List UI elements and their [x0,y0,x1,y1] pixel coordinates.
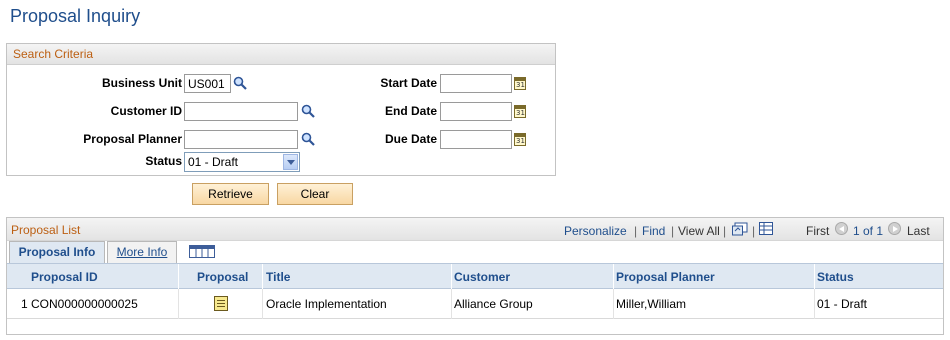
grid-title: Proposal List [11,223,81,237]
proposal-planner-input[interactable] [184,130,298,149]
status-label: Status [145,154,182,168]
page-title: Proposal Inquiry [10,6,141,26]
personalize-link[interactable]: Personalize [564,224,627,238]
grid-column-header: Proposal ID Proposal Title Customer Prop… [7,263,943,290]
column-header-proposal-planner[interactable]: Proposal Planner [616,270,715,284]
due-date-label: Due Date [384,132,437,146]
status-select-value: 01 - Draft [188,155,239,169]
cell-divider [613,289,614,319]
retrieve-button[interactable]: Retrieve [192,183,269,205]
column-header-customer[interactable]: Customer [454,270,510,284]
end-date-calendar-icon[interactable]: 31 [514,105,526,118]
cell-divider [814,289,815,319]
previous-row-icon[interactable] [835,222,848,235]
separator: | [671,224,675,238]
grid-header-bar: Proposal List Personalize | Find | View … [7,218,943,241]
business-unit-label: Business Unit [101,76,182,90]
proposal-planner-cell: Miller,William [616,297,686,311]
due-date-input[interactable] [440,130,512,149]
column-divider [262,264,263,290]
tab-proposal-info[interactable]: Proposal Info [9,241,105,263]
chevron-down-icon[interactable] [283,154,298,170]
show-all-columns-icon[interactable] [189,245,215,258]
status-select[interactable]: 01 - Draft [184,152,300,172]
proposal-document-icon[interactable] [214,296,228,311]
customer-id-label: Customer ID [110,104,182,118]
start-date-calendar-icon[interactable]: 31 [514,77,526,90]
separator: | [752,224,756,238]
cell-divider [178,289,179,319]
last-label: Last [907,224,930,238]
proposal-list-grid: Proposal List Personalize | Find | View … [6,217,944,335]
download-icon[interactable] [732,222,748,236]
column-divider [613,264,614,290]
row-range: 1 of 1 [853,224,884,238]
separator: | [723,224,727,238]
next-row-icon[interactable] [888,222,901,235]
proposal-planner-lookup-icon[interactable] [301,132,315,146]
column-divider [178,264,179,290]
tab-more-info[interactable]: More Info [107,241,177,263]
clear-button[interactable]: Clear [277,183,353,205]
search-criteria-title: Search Criteria [7,44,555,65]
column-header-status[interactable]: Status [817,270,854,284]
grid-tabs: Proposal Info More Info [7,241,943,263]
column-header-proposal-id[interactable]: Proposal ID [31,270,98,284]
customer-id-lookup-icon[interactable] [301,104,315,118]
customer-cell: Alliance Group [454,297,533,311]
find-link[interactable]: Find [642,224,665,238]
column-divider [814,264,815,290]
status-cell: 01 - Draft [817,297,868,311]
start-date-input[interactable] [440,74,512,93]
row-number: 1 [21,297,28,311]
spreadsheet-icon[interactable] [759,222,773,235]
table-row: 1 CON000000000025 Oracle Implementation … [7,289,943,319]
end-date-label: End Date [384,104,437,118]
column-divider [451,264,452,290]
view-all-link[interactable]: View All [678,224,720,238]
proposal-planner-label: Proposal Planner [83,132,182,146]
business-unit-lookup-icon[interactable] [233,76,247,90]
title-cell: Oracle Implementation [266,297,387,311]
cell-divider [451,289,452,319]
column-header-proposal[interactable]: Proposal [197,270,248,284]
proposal-id-cell: CON000000000025 [31,297,138,311]
column-header-title[interactable]: Title [266,270,290,284]
business-unit-input[interactable] [184,74,231,93]
due-date-calendar-icon[interactable]: 31 [514,133,526,146]
customer-id-input[interactable] [184,102,298,121]
search-criteria-panel: Search Criteria Business Unit Customer I… [6,43,556,176]
separator: | [634,224,638,238]
tab-more-info-label: More Info [116,245,168,259]
first-label: First [806,224,830,238]
cell-divider [262,289,263,319]
start-date-label: Start Date [380,76,437,90]
end-date-input[interactable] [440,102,512,121]
